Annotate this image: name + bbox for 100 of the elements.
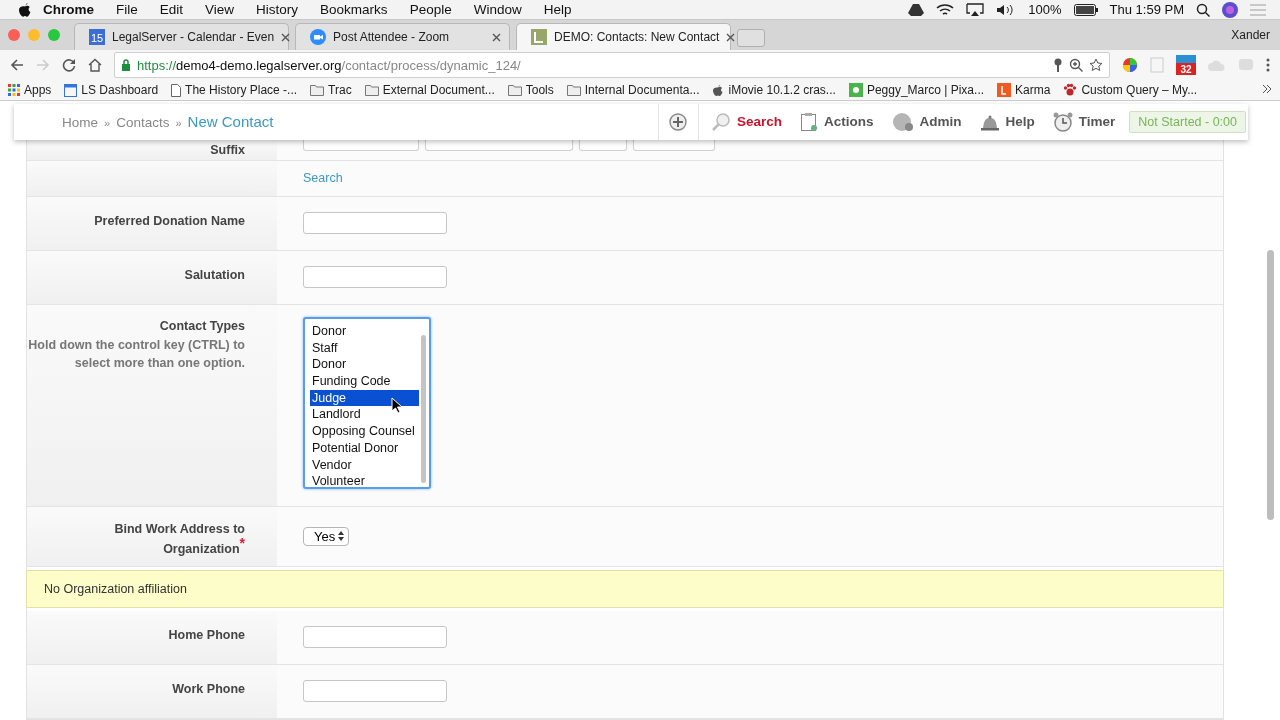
wifi-icon	[936, 2, 955, 17]
multi-select-list[interactable]: Donor Staff Donor Funding Code Judge Landlord Opposing Counsel Potential Donor Vendor Volunteer	[303, 316, 431, 489]
yes-no-dropdown[interactable]: Yes	[303, 526, 350, 546]
search-icon	[1196, 2, 1210, 17]
list-option[interactable]: Opposing Counsel	[310, 423, 419, 440]
menu-item[interactable]: Help	[532, 2, 583, 17]
menu-item[interactable]: View	[194, 2, 246, 17]
mouse-pointer-icon	[391, 396, 403, 414]
bookmark-link[interactable]: Internal Documenta...	[584, 83, 700, 98]
browser-tab[interactable]: Post Attendee - Zoom	[295, 23, 510, 51]
nav-menu-item[interactable]: Admin	[879, 111, 968, 132]
menu-item[interactable]: History	[245, 2, 310, 17]
minimize-window-button[interactable]	[28, 29, 40, 42]
bookmark-link[interactable]: External Document...	[382, 83, 495, 98]
battery-percentage: 100%	[1028, 2, 1062, 17]
bookmark-link[interactable]: Tools	[525, 83, 554, 98]
list-option[interactable]: Staff	[310, 339, 419, 357]
browser-tab[interactable]: 15 LegalServer - Calendar - Even	[74, 23, 289, 51]
bookmark-link[interactable]: iMovie 10.1.2 cras...	[728, 83, 836, 98]
back-icon[interactable]	[10, 58, 24, 73]
folder-icon	[566, 84, 581, 97]
bookmark-link[interactable]: Karma	[1015, 83, 1051, 98]
list-option[interactable]: Landlord	[310, 406, 419, 424]
list-option[interactable]: Donor	[310, 322, 419, 340]
close-icon[interactable]	[726, 32, 736, 42]
close-icon[interactable]	[281, 32, 291, 42]
karma-logo-icon	[997, 83, 1012, 98]
document-icon[interactable]	[1150, 57, 1164, 74]
text-field[interactable]	[303, 265, 447, 288]
breadcrumb-link[interactable]: Home	[62, 115, 98, 131]
text-field[interactable]	[303, 679, 447, 702]
list-option[interactable]: Vendor	[310, 456, 419, 474]
color-wheel-icon[interactable]	[1122, 57, 1138, 74]
folder-icon	[507, 84, 522, 97]
menu-item[interactable]: Window	[462, 2, 533, 17]
apple-logo-icon	[18, 1, 32, 18]
forward-icon[interactable]	[36, 58, 50, 73]
calendar-date: 32	[1180, 64, 1192, 76]
drive-icon	[908, 2, 925, 17]
list-option[interactable]: Potential Donor	[310, 439, 419, 457]
input-field[interactable]	[579, 139, 627, 151]
bookmark-link[interactable]: LS Dashboard	[81, 83, 159, 98]
home-icon[interactable]	[88, 58, 102, 73]
add-button[interactable]	[659, 103, 699, 140]
zoom-window-button[interactable]	[48, 29, 60, 42]
nav-menu-item[interactable]: Actions	[788, 111, 880, 132]
bookmark-link[interactable]: Peggy_Marco | Pixa...	[866, 83, 985, 98]
battery-icon	[1073, 3, 1098, 16]
more-menu-icon[interactable]	[1266, 58, 1270, 73]
apple-icon	[712, 83, 725, 97]
paw-icon	[1063, 83, 1078, 98]
pixabay-logo-icon	[848, 83, 863, 98]
text-field[interactable]	[303, 625, 447, 648]
star-icon[interactable]	[1089, 58, 1103, 73]
bookmark-link[interactable]: Custom Query – My...	[1081, 83, 1198, 98]
tab-title: Post Attendee - Zoom	[333, 30, 451, 45]
up-down-arrows-icon	[338, 531, 345, 542]
field-label: Home Phone	[168, 626, 245, 644]
breadcrumb-link[interactable]: Contacts	[116, 115, 170, 131]
menu-item[interactable]: File	[105, 2, 149, 17]
nav-menu-item[interactable]: Help	[967, 112, 1041, 131]
close-icon[interactable]	[492, 32, 501, 42]
list-option[interactable]: Judge	[310, 389, 419, 407]
list-option[interactable]: Donor	[310, 356, 419, 374]
menu-item[interactable]: Bookmarks	[309, 2, 399, 17]
input-field[interactable]	[425, 139, 573, 151]
field-label: Suffix	[210, 141, 245, 159]
tab-title: DEMO: Contacts: New Contact	[554, 30, 720, 45]
menu-item[interactable]: People	[398, 2, 463, 17]
bookmark-link[interactable]: Trac	[328, 83, 352, 98]
menu-item[interactable]: Edit	[148, 2, 195, 17]
site-icon	[531, 29, 547, 46]
search-icon	[711, 111, 731, 132]
chevron-right-icon[interactable]	[1262, 84, 1272, 95]
address-bar[interactable]: https://demo4-demo.legalserver.org/contact/process/dynamic_124/	[114, 52, 1110, 79]
alarm-clock-icon	[1052, 111, 1073, 132]
key-icon	[1053, 58, 1063, 73]
video-camera-icon	[310, 29, 326, 46]
profile-name[interactable]: Xander	[1231, 28, 1280, 43]
list-option[interactable]: Funding Code	[310, 373, 419, 390]
list-option[interactable]: Volunteer	[310, 473, 419, 490]
input-field[interactable]	[303, 139, 419, 151]
tab-title: LegalServer - Calendar - Even	[112, 30, 275, 45]
nav-menu-item[interactable]: Timer	[1040, 111, 1122, 132]
field-label: Salutation	[184, 266, 245, 284]
input-field[interactable]	[633, 139, 715, 151]
reload-icon[interactable]	[62, 58, 76, 73]
bookmark-link[interactable]: The History Place -...	[185, 83, 298, 98]
nav-menu-item[interactable]: Search	[699, 111, 788, 132]
breadcrumb-separator: »	[175, 117, 182, 130]
plus-icon	[669, 112, 688, 131]
field-label: Contact Types	[159, 317, 245, 335]
bookmark-link[interactable]: Apps	[24, 83, 52, 98]
text-field[interactable]	[303, 211, 447, 234]
close-window-button[interactable]	[8, 29, 20, 42]
siri-icon	[1222, 1, 1238, 18]
lock-icon	[121, 59, 131, 72]
url-text: https://demo4-demo.legalserver.org/contact/process/dynamic_124/	[137, 57, 522, 73]
cloud-icon[interactable]	[1208, 58, 1226, 73]
folder-icon	[310, 84, 325, 97]
